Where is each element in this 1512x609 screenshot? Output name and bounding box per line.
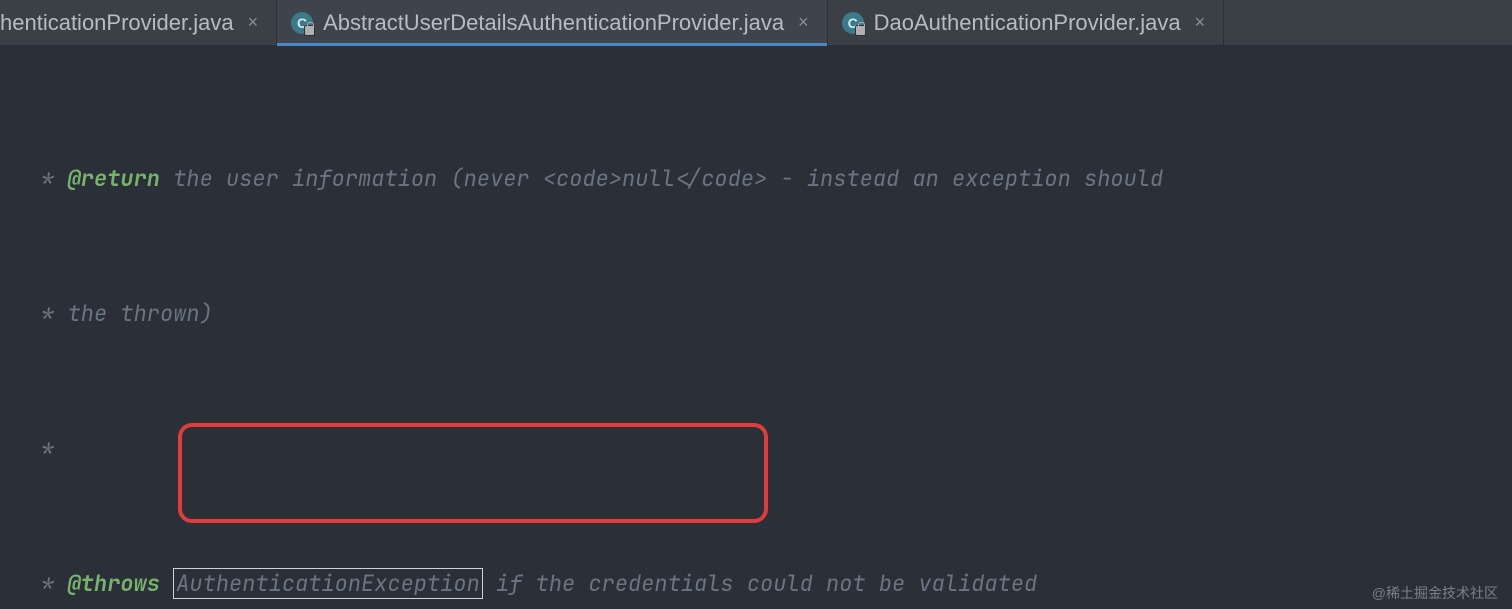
code-line: * the thrown) bbox=[0, 291, 1512, 336]
tab-file-3[interactable]: C DaoAuthenticationProvider.java × bbox=[828, 0, 1224, 45]
tab-label: AbstractUserDetailsAuthenticationProvide… bbox=[323, 10, 784, 36]
code-line: * @return the user information (never <c… bbox=[0, 156, 1512, 201]
code-line: * bbox=[0, 426, 1512, 471]
tab-file-1[interactable]: henticationProvider.java × bbox=[0, 0, 277, 45]
close-icon[interactable]: × bbox=[248, 12, 259, 33]
editor-tab-bar: henticationProvider.java × C AbstractUse… bbox=[0, 0, 1512, 46]
code-line: * @throws AuthenticationException if the… bbox=[0, 561, 1512, 606]
javadoc-link[interactable]: AuthenticationException bbox=[173, 568, 483, 599]
close-icon[interactable]: × bbox=[798, 12, 809, 33]
java-class-icon: C bbox=[291, 12, 313, 34]
watermark-text: @稀土掘金技术社区 bbox=[1372, 583, 1498, 603]
close-icon[interactable]: × bbox=[1195, 12, 1206, 33]
tab-label: DaoAuthenticationProvider.java bbox=[874, 10, 1181, 36]
tab-file-2[interactable]: C AbstractUserDetailsAuthenticationProvi… bbox=[277, 0, 828, 45]
lock-icon bbox=[855, 25, 866, 36]
lock-icon bbox=[304, 25, 315, 36]
tab-label: henticationProvider.java bbox=[0, 10, 234, 36]
tab-bar-empty bbox=[1224, 0, 1512, 45]
java-class-icon: C bbox=[842, 12, 864, 34]
code-editor[interactable]: * @return the user information (never <c… bbox=[0, 46, 1512, 609]
